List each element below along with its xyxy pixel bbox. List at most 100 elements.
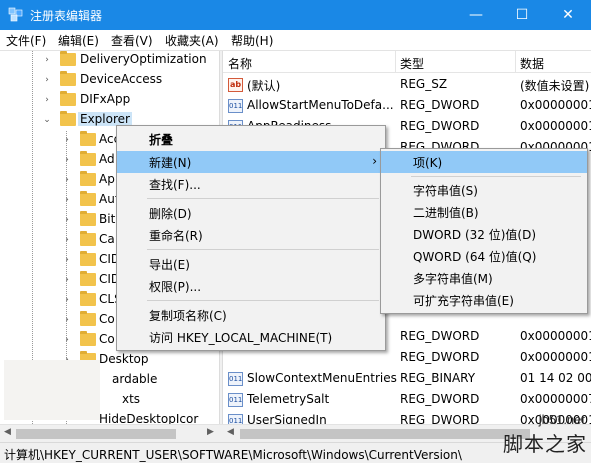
registry-app-icon — [8, 7, 23, 22]
menu-item-label: 访问 HKEY_LOCAL_MACHINE(T) — [149, 331, 333, 345]
menu-item-label: 字符串值(S) — [413, 184, 478, 198]
folder-icon — [80, 231, 96, 246]
value-row[interactable]: ab (默认) REG_SZ (数值未设置) — [223, 75, 591, 96]
scroll-left-icon[interactable]: ◀ — [4, 427, 11, 437]
expand-arrow-icon[interactable]: › — [62, 195, 72, 205]
menu-edit[interactable]: 编辑(E) — [58, 32, 99, 49]
expand-arrow-icon[interactable]: › — [62, 315, 72, 325]
open-folder-icon — [60, 111, 76, 126]
menu-item-collapse[interactable]: 折叠 — [117, 128, 385, 150]
folder-icon — [80, 171, 96, 186]
menu-item-label: 可扩充字符串值(E) — [413, 294, 514, 308]
menu-item-copy-key-name[interactable]: 复制项名称(C) — [117, 304, 385, 326]
minimize-button[interactable]: — — [453, 0, 499, 30]
value-type: REG_DWORD — [400, 98, 480, 112]
tree-item-label: Desktop — [99, 352, 149, 366]
registry-editor-window: 注册表编辑器 — ☐ ✕ 文件(F) 编辑(E) 查看(V) 收藏夹(A) 帮助… — [0, 0, 591, 463]
watermark-url: jb51.net — [538, 412, 585, 427]
string-value-icon: ab — [228, 78, 243, 92]
expand-arrow-icon[interactable]: › — [42, 55, 52, 65]
tree-item[interactable]: › DeliveryOptimization — [0, 51, 219, 71]
expand-arrow-icon[interactable]: › — [62, 255, 72, 265]
maximize-button[interactable]: ☐ — [499, 0, 545, 30]
menu-item-export[interactable]: 导出(E) — [117, 253, 385, 275]
menu-item-delete[interactable]: 删除(D) — [117, 202, 385, 224]
binary-value-icon: 011 — [228, 393, 243, 407]
close-button[interactable]: ✕ — [545, 0, 591, 30]
submenu-item-multi-string-value[interactable]: 多字符串值(M) — [381, 267, 587, 289]
folder-icon — [60, 91, 76, 106]
tree-item-label: DIFxApp — [80, 92, 131, 106]
collapse-arrow-icon[interactable]: ⌄ — [42, 115, 52, 125]
menu-item-permissions[interactable]: 权限(P)... — [117, 275, 385, 297]
scroll-left-icon[interactable]: ◀ — [227, 427, 234, 437]
expand-arrow-icon[interactable]: › — [42, 75, 52, 85]
scroll-right-icon[interactable]: ▶ — [207, 427, 214, 437]
blurred-region — [4, 360, 100, 420]
menu-favorites[interactable]: 收藏夹(A) — [165, 32, 219, 49]
menu-separator — [147, 249, 379, 250]
expand-arrow-icon[interactable]: › — [62, 275, 72, 285]
menu-item-new[interactable]: 新建(N) › — [117, 151, 385, 173]
column-name[interactable]: 名称 — [228, 55, 252, 72]
value-row[interactable]: 011 TelemetrySalt REG_DWORD 0x00000007 — [223, 390, 591, 411]
submenu-item-string-value[interactable]: 字符串值(S) — [381, 179, 587, 201]
value-data: (数值未设置) — [520, 79, 590, 93]
menu-item-label: 删除(D) — [149, 207, 192, 221]
value-type: REG_DWORD — [400, 350, 480, 364]
title-bar[interactable]: 注册表编辑器 — ☐ ✕ — [0, 0, 591, 30]
value-row[interactable]: 011 SlowContextMenuEntries REG_BINARY 01… — [223, 369, 591, 390]
menu-item-find[interactable]: 查找(F)... — [117, 173, 385, 195]
column-type[interactable]: 类型 — [400, 55, 424, 72]
menu-separator — [411, 176, 581, 177]
folder-icon — [80, 131, 96, 146]
expand-arrow-icon[interactable]: › — [62, 175, 72, 185]
column-data[interactable]: 数据 — [520, 55, 544, 72]
expand-arrow-icon[interactable]: › — [62, 135, 72, 145]
submenu-arrow-icon: › — [372, 154, 377, 168]
menu-separator — [147, 300, 379, 301]
folder-icon — [80, 251, 96, 266]
expand-arrow-icon[interactable]: › — [42, 95, 52, 105]
submenu-item-key[interactable]: 项(K) — [381, 151, 587, 173]
menu-item-visit-hklm[interactable]: 访问 HKEY_LOCAL_MACHINE(T) — [117, 326, 385, 348]
value-row[interactable]: REG_DWORD 0x00000001 — [223, 348, 591, 369]
expand-arrow-icon[interactable]: › — [62, 155, 72, 165]
expand-arrow-icon[interactable]: › — [62, 295, 72, 305]
menu-item-label: 导出(E) — [149, 258, 190, 272]
value-name: (默认) — [247, 79, 281, 93]
folder-icon — [80, 311, 96, 326]
folder-icon — [80, 291, 96, 306]
menu-item-rename[interactable]: 重命名(R) — [117, 224, 385, 246]
value-row[interactable]: 011 AllowStartMenuToDefa... REG_DWORD 0x… — [223, 96, 591, 117]
submenu-item-binary-value[interactable]: 二进制值(B) — [381, 201, 587, 223]
submenu-item-dword-value[interactable]: DWORD (32 位)值(D) — [381, 223, 587, 245]
column-divider[interactable] — [515, 51, 516, 73]
watermark-brand: 脚本之家 — [503, 432, 587, 456]
submenu-item-qword-value[interactable]: QWORD (64 位)值(Q) — [381, 245, 587, 267]
tree-item[interactable]: › DIFxApp — [0, 91, 219, 111]
tree-item-label: Co — [99, 312, 115, 326]
expand-arrow-icon[interactable]: › — [62, 335, 72, 345]
tree-item-label: Ad — [99, 152, 115, 166]
tree-item-label: HideDesktopIcor — [99, 412, 199, 424]
value-type: REG_DWORD — [400, 119, 480, 133]
menu-file[interactable]: 文件(F) — [6, 32, 46, 49]
submenu-item-expandable-string-value[interactable]: 可扩充字符串值(E) — [381, 289, 587, 311]
value-data: 0x00000001 — [520, 350, 591, 364]
tree-item-label: DeviceAccess — [80, 72, 163, 86]
menu-bar: 文件(F) 编辑(E) 查看(V) 收藏夹(A) 帮助(H) — [0, 30, 591, 50]
column-divider[interactable] — [395, 51, 396, 73]
folder-icon — [60, 51, 76, 66]
binary-value-icon: 011 — [228, 414, 243, 424]
menu-item-label: 权限(P)... — [149, 280, 202, 294]
expand-arrow-icon[interactable]: › — [62, 215, 72, 225]
value-type: REG_BINARY — [400, 371, 476, 385]
tree-item[interactable]: › DeviceAccess — [0, 71, 219, 91]
expand-arrow-icon[interactable]: › — [62, 235, 72, 245]
menu-item-label: 项(K) — [413, 156, 443, 170]
tree-item-label: xts — [122, 392, 141, 406]
menu-help[interactable]: 帮助(H) — [231, 32, 273, 49]
menu-view[interactable]: 查看(V) — [111, 32, 153, 49]
scroll-thumb[interactable] — [16, 429, 176, 439]
